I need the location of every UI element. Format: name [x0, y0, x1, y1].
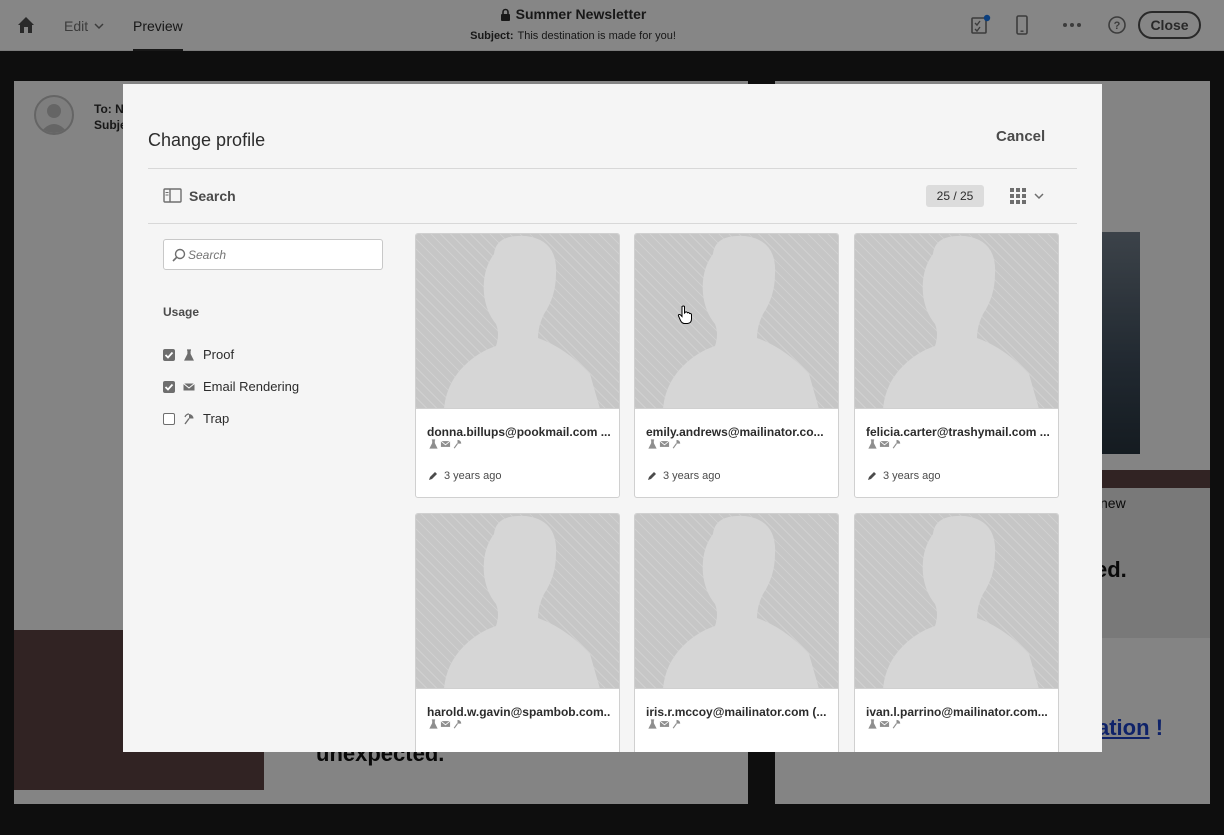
- cancel-button[interactable]: Cancel: [996, 128, 1045, 145]
- flask-icon: [868, 439, 877, 449]
- profile-email: emily.andrews@mailinator.co...: [646, 425, 824, 439]
- pencil-icon: [648, 472, 656, 480]
- profile-email: harold.w.gavin@spambob.com...: [427, 705, 611, 719]
- filter-proof[interactable]: Proof: [163, 347, 234, 362]
- profile-card[interactable]: ivan.l.parrino@mailinator.com...: [854, 513, 1059, 752]
- flask-icon: [648, 439, 657, 449]
- chevron-down-icon: [1034, 193, 1044, 200]
- pencil-icon: [868, 472, 876, 480]
- flask-icon: [429, 439, 438, 449]
- toggle-rail-icon[interactable]: [163, 188, 183, 204]
- flask-icon: [184, 348, 194, 361]
- envelope-icon: [879, 720, 890, 727]
- envelope-icon: [879, 440, 890, 447]
- search-icon: [172, 248, 186, 262]
- change-profile-dialog: Change profile Cancel Search 25 / 25 Usa…: [123, 84, 1102, 752]
- trap-icon: [453, 439, 462, 449]
- flask-icon: [648, 719, 657, 729]
- last-modified-text: 3 years ago: [663, 470, 721, 482]
- profile-card[interactable]: harold.w.gavin@spambob.com...: [415, 513, 620, 752]
- trap-icon: [672, 439, 681, 449]
- profile-card[interactable]: emily.andrews@mailinator.co... 3 years a…: [634, 233, 839, 498]
- divider: [148, 223, 1077, 224]
- result-count-badge: 25 / 25: [926, 185, 984, 207]
- last-modified: 3 years ago: [428, 470, 501, 482]
- last-modified: 3 years ago: [867, 470, 940, 482]
- filter-email-rendering[interactable]: Email Rendering: [163, 379, 299, 394]
- envelope-icon: [659, 440, 670, 447]
- profile-placeholder-image: [416, 234, 619, 409]
- usage-icons: [647, 719, 682, 729]
- profile-placeholder-image: [635, 234, 838, 409]
- usage-icons: [428, 719, 463, 729]
- profile-card[interactable]: donna.billups@pookmail.com ... 3 years a…: [415, 233, 620, 498]
- grid-view-icon: [1010, 188, 1026, 204]
- hand-cursor-icon: [677, 305, 692, 324]
- profile-email: iris.r.mccoy@mailinator.com (...: [646, 705, 827, 719]
- trap-icon: [892, 719, 901, 729]
- profile-placeholder-image: [855, 514, 1058, 689]
- profile-email: donna.billups@pookmail.com ...: [427, 425, 611, 439]
- profile-placeholder-image: [855, 234, 1058, 409]
- profile-card[interactable]: iris.r.mccoy@mailinator.com (...: [634, 513, 839, 752]
- usage-icons: [428, 439, 463, 449]
- filter-proof-label: Proof: [203, 347, 235, 362]
- search-panel-label: Search: [189, 188, 236, 204]
- proof-checkbox[interactable]: [163, 348, 175, 361]
- last-modified-text: 3 years ago: [444, 470, 502, 482]
- divider: [148, 168, 1077, 169]
- trap-icon: [184, 412, 194, 424]
- profile-card[interactable]: felicia.carter@trashymail.com ... 3 year…: [854, 233, 1059, 498]
- email-rendering-checkbox[interactable]: [163, 380, 175, 393]
- pencil-icon: [429, 472, 437, 480]
- profile-email: felicia.carter@trashymail.com ...: [866, 425, 1050, 439]
- trap-checkbox[interactable]: [163, 412, 175, 425]
- trap-icon: [892, 439, 901, 449]
- envelope-icon: [183, 382, 195, 390]
- usage-icons: [867, 719, 902, 729]
- trap-icon: [453, 719, 462, 729]
- usage-filter-title: Usage: [163, 305, 200, 319]
- trap-icon: [672, 719, 681, 729]
- flask-icon: [868, 719, 877, 729]
- profile-placeholder-image: [635, 514, 838, 689]
- search-input[interactable]: [188, 247, 368, 262]
- usage-icons: [867, 439, 902, 449]
- envelope-icon: [440, 440, 451, 447]
- filter-trap-label: Trap: [203, 411, 230, 426]
- envelope-icon: [659, 720, 670, 727]
- last-modified: 3 years ago: [647, 470, 720, 482]
- last-modified-text: 3 years ago: [883, 470, 941, 482]
- profile-email: ivan.l.parrino@mailinator.com...: [866, 705, 1048, 719]
- envelope-icon: [440, 720, 451, 727]
- search-field[interactable]: [163, 239, 383, 270]
- profile-placeholder-image: [416, 514, 619, 689]
- view-switcher[interactable]: [1010, 186, 1050, 206]
- filter-trap[interactable]: Trap: [163, 411, 229, 426]
- usage-icons: [647, 439, 682, 449]
- flask-icon: [429, 719, 438, 729]
- dialog-title: Change profile: [148, 130, 266, 150]
- filter-email-rendering-label: Email Rendering: [203, 379, 300, 394]
